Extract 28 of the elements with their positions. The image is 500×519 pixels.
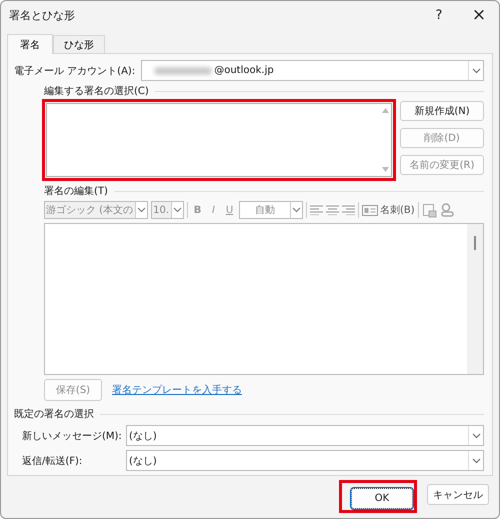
chevron-icon <box>135 202 148 218</box>
window-title: 署名とひな形 <box>9 8 75 22</box>
field-label: 電子メール アカウント(A): <box>14 64 136 78</box>
scroll-up-icon[interactable] <box>382 108 388 113</box>
field-label: 新しいメッセージ(M): <box>22 430 123 442</box>
signature-dropdown[interactable]: (なし) <box>126 425 484 446</box>
chevron-icon <box>171 202 183 218</box>
dialog-button[interactable]: OK <box>351 488 413 509</box>
signature-dropdown[interactable]: (なし) <box>126 450 484 471</box>
section-title: 編集する署名の選択(C) <box>44 84 149 98</box>
card-icon <box>362 204 378 216</box>
scroll-down-icon[interactable] <box>382 167 388 172</box>
section-title: 既定の署名の選択 <box>14 408 94 421</box>
dialog-button[interactable]: 新規作成(N) <box>400 101 484 121</box>
chevron-icon <box>468 426 483 445</box>
tab[interactable]: ひな形 <box>53 35 105 53</box>
account-dropdown[interactable]: @outlook.jp <box>141 60 484 81</box>
section-title: 署名の編集(T) <box>44 184 108 198</box>
template-link[interactable]: 署名テンプレートを入手する <box>112 383 242 397</box>
field-label: 返信/転送(F): <box>22 454 84 468</box>
tab[interactable]: 署名 <box>7 34 53 54</box>
chevron-icon <box>468 451 483 470</box>
dialog-button[interactable]: キャンセル <box>427 484 489 505</box>
chevron-icon <box>468 61 483 80</box>
close-button[interactable]: × <box>459 1 499 29</box>
chevron-icon <box>290 202 302 218</box>
signature-editor[interactable] <box>44 223 484 375</box>
help-button[interactable]: ? <box>419 1 459 29</box>
